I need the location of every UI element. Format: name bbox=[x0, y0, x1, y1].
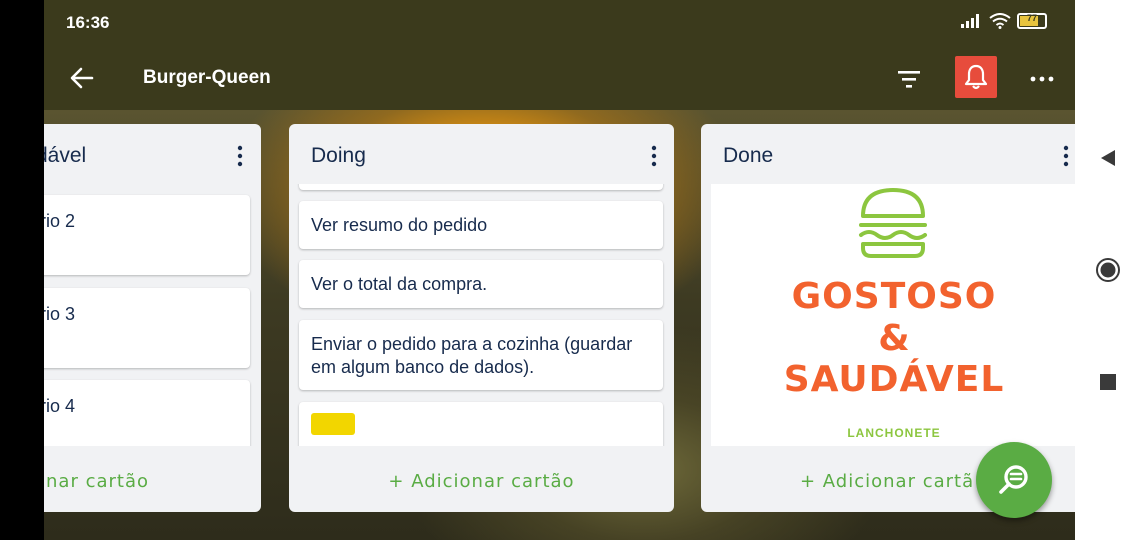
list-partial-left: dável rio 2 rio 3 rio 4 onar cartão bbox=[44, 124, 261, 512]
nav-back-button[interactable] bbox=[1095, 145, 1121, 171]
card-title: Enviar o pedido para a cozinha (guardar … bbox=[311, 334, 633, 377]
card[interactable]: rio 3 bbox=[44, 288, 250, 368]
card-title: Ver resumo do pedido bbox=[311, 215, 488, 235]
notifications-button[interactable] bbox=[955, 56, 997, 98]
logo-line-3: SAUDÁVEL bbox=[783, 359, 1005, 400]
card[interactable]: Enviar o pedido para a cozinha (guardar … bbox=[299, 320, 663, 390]
list-title: Doing bbox=[311, 144, 366, 167]
card[interactable]: rio 4 bbox=[44, 380, 250, 446]
logo-image: GOSTOSO & SAUDÁVEL LANCHONETE bbox=[739, 184, 1049, 446]
wifi-icon bbox=[989, 13, 1011, 29]
list-title: dável bbox=[44, 144, 87, 167]
back-arrow-icon[interactable] bbox=[68, 64, 96, 92]
board-title: Burger-Queen bbox=[143, 67, 271, 88]
android-nav-bar bbox=[1075, 0, 1140, 540]
card[interactable] bbox=[299, 402, 663, 446]
card-title: rio 4 bbox=[44, 396, 76, 416]
status-bar: 16:36 77 bbox=[44, 0, 1075, 44]
more-icon[interactable] bbox=[1029, 66, 1055, 92]
card[interactable]: rio 2 bbox=[44, 195, 250, 275]
list-menu-icon[interactable] bbox=[1056, 144, 1075, 168]
cards-area: Ver resumo do pedido Ver o total da comp… bbox=[289, 184, 674, 446]
add-card-button[interactable]: + Adicionar cartão bbox=[289, 471, 674, 492]
battery-icon: 77 bbox=[1017, 13, 1047, 29]
burger-icon bbox=[859, 188, 927, 258]
phone-screen: 16:36 77 Burger-Queen ável io 2 io 3 io … bbox=[44, 0, 1075, 540]
app-bar: Burger-Queen bbox=[44, 44, 1075, 110]
search-fab[interactable] bbox=[976, 442, 1052, 518]
home-circle-icon bbox=[1096, 258, 1120, 282]
card[interactable] bbox=[299, 184, 663, 190]
logo-line-1: GOSTOSO bbox=[791, 276, 997, 317]
nav-recents-button[interactable] bbox=[1095, 369, 1121, 395]
list-menu-icon[interactable] bbox=[644, 144, 664, 168]
status-time: 16:36 bbox=[66, 13, 110, 32]
filter-icon[interactable] bbox=[896, 66, 922, 92]
list-title: Done bbox=[723, 144, 774, 167]
battery-level: 77 bbox=[1026, 13, 1037, 23]
card-title: rio 3 bbox=[44, 304, 76, 324]
list-doing: Doing Ver resumo do pedido Ver o total d… bbox=[289, 124, 674, 512]
back-triangle-icon bbox=[1101, 150, 1115, 166]
card[interactable]: Ver resumo do pedido bbox=[299, 201, 663, 249]
search-icon bbox=[999, 465, 1028, 494]
card-label-yellow bbox=[311, 413, 355, 435]
card[interactable]: Ver o total da compra. bbox=[299, 260, 663, 308]
left-bezel bbox=[0, 0, 44, 540]
add-card-button[interactable]: onar cartão bbox=[44, 471, 261, 492]
card-title: Ver o total da compra. bbox=[311, 274, 488, 294]
logo-line-2: & bbox=[878, 318, 910, 359]
bell-icon bbox=[964, 64, 988, 90]
cards-area: rio 2 rio 3 rio 4 bbox=[44, 184, 261, 446]
nav-home-button[interactable] bbox=[1095, 257, 1121, 283]
card-title: rio 2 bbox=[44, 211, 76, 231]
card-cover[interactable]: GOSTOSO & SAUDÁVEL LANCHONETE bbox=[711, 184, 1075, 446]
signal-icon bbox=[961, 14, 979, 28]
status-icons: 77 bbox=[961, 13, 1047, 29]
logo-subtitle: LANCHONETE bbox=[847, 426, 941, 440]
recents-square-icon bbox=[1100, 374, 1116, 390]
cards-area: GOSTOSO & SAUDÁVEL LANCHONETE bbox=[701, 184, 1075, 446]
list-menu-icon[interactable] bbox=[230, 144, 250, 168]
